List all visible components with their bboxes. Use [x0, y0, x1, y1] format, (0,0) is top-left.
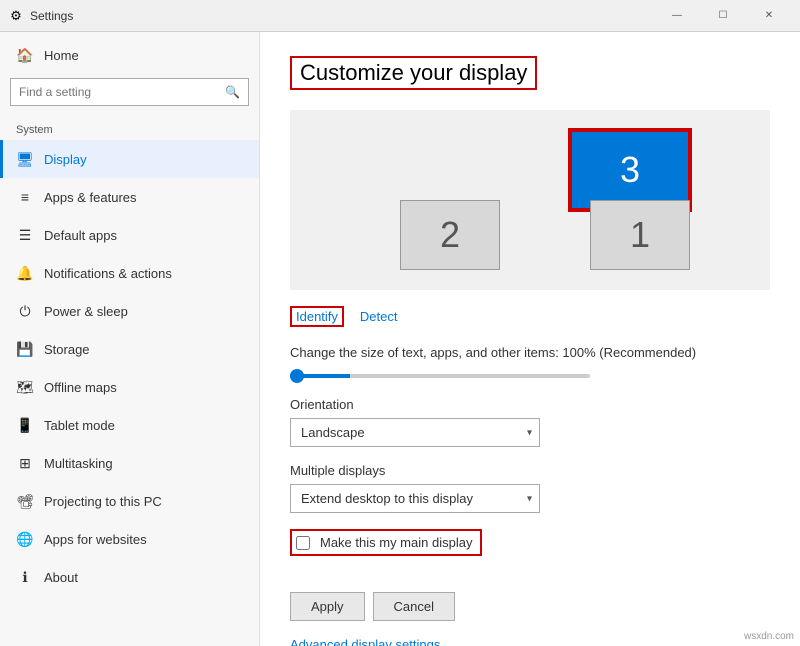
identify-button[interactable]: Identify [290, 306, 344, 327]
watermark: wsxdn.com [744, 631, 794, 642]
multiple-displays-select[interactable]: Extend desktop to this display Duplicate… [290, 484, 540, 513]
home-icon: 🏠 [16, 46, 34, 64]
notifications-icon: 🔔 [16, 264, 34, 282]
projecting-icon: 📽 [16, 492, 34, 510]
sidebar-item-storage[interactable]: 💾 Storage [0, 330, 259, 368]
make-main-label: Make this my main display [320, 535, 472, 550]
multiple-displays-dropdown-wrapper: Extend desktop to this display Duplicate… [290, 484, 540, 513]
sidebar-item-offline-maps[interactable]: 🗺 Offline maps [0, 368, 259, 406]
sidebar-search-box[interactable]: 🔍 [10, 78, 249, 106]
multiple-displays-label: Multiple displays [290, 463, 770, 478]
orientation-dropdown-wrapper: Landscape Portrait Landscape (flipped) P… [290, 418, 540, 447]
sidebar: 🏠 Home 🔍 System 🖥 Display ≡ Apps & featu… [0, 32, 260, 646]
orientation-setting: Orientation Landscape Portrait Landscape… [290, 397, 770, 447]
default-apps-icon: ☰ [16, 226, 34, 244]
maps-icon: 🗺 [16, 378, 34, 396]
titlebar-controls: — ☐ ✕ [654, 0, 792, 32]
tablet-icon: 📱 [16, 416, 34, 434]
sidebar-item-multitasking-label: Multitasking [44, 456, 113, 471]
sidebar-section-label: System [0, 116, 259, 140]
detect-button[interactable]: Detect [360, 309, 398, 324]
scale-slider[interactable] [290, 374, 590, 378]
sidebar-item-apps-features[interactable]: ≡ Apps & features [0, 178, 259, 216]
multiple-displays-setting: Multiple displays Extend desktop to this… [290, 463, 770, 513]
apps-features-icon: ≡ [16, 188, 34, 206]
sidebar-item-display-label: Display [44, 152, 87, 167]
sidebar-item-notifications[interactable]: 🔔 Notifications & actions [0, 254, 259, 292]
orientation-label: Orientation [290, 397, 770, 412]
make-main-row: Make this my main display [290, 529, 770, 574]
monitor-arrangement: 3 2 1 [370, 130, 690, 270]
display-icon: 🖥 [16, 150, 34, 168]
display-preview: 3 2 1 [290, 110, 770, 290]
sidebar-item-default-apps-label: Default apps [44, 228, 117, 243]
scale-setting: Change the size of text, apps, and other… [290, 345, 770, 381]
sidebar-item-storage-label: Storage [44, 342, 90, 357]
make-main-label-wrapper[interactable]: Make this my main display [290, 529, 482, 556]
titlebar-left: ⚙ Settings [8, 8, 73, 24]
multitasking-icon: ⊞ [16, 454, 34, 472]
scale-slider-container [290, 366, 590, 381]
monitor-1[interactable]: 1 [590, 200, 690, 270]
minimize-button[interactable]: — [654, 0, 700, 32]
sidebar-home-item[interactable]: 🏠 Home [0, 32, 259, 78]
apply-button[interactable]: Apply [290, 592, 365, 621]
app-body: 🏠 Home 🔍 System 🖥 Display ≡ Apps & featu… [0, 32, 800, 646]
sidebar-item-about[interactable]: ℹ About [0, 558, 259, 596]
monitor-2[interactable]: 2 [400, 200, 500, 270]
sidebar-item-display[interactable]: 🖥 Display [0, 140, 259, 178]
sidebar-item-notifications-label: Notifications & actions [44, 266, 172, 281]
sidebar-item-apps-websites-label: Apps for websites [44, 532, 147, 547]
sidebar-item-about-label: About [44, 570, 78, 585]
scale-label: Change the size of text, apps, and other… [290, 345, 770, 360]
identify-detect-row: Identify Detect [290, 306, 770, 327]
monitor-3[interactable]: 3 [570, 130, 690, 210]
close-button[interactable]: ✕ [746, 0, 792, 32]
make-main-checkbox[interactable] [296, 536, 310, 550]
sidebar-item-maps-label: Offline maps [44, 380, 117, 395]
sidebar-item-projecting[interactable]: 📽 Projecting to this PC [0, 482, 259, 520]
titlebar: ⚙ Settings — ☐ ✕ [0, 0, 800, 32]
sidebar-item-tablet-label: Tablet mode [44, 418, 115, 433]
sidebar-item-power-label: Power & sleep [44, 304, 128, 319]
orientation-select[interactable]: Landscape Portrait Landscape (flipped) P… [290, 418, 540, 447]
sidebar-item-power-sleep[interactable]: ⏻ Power & sleep [0, 292, 259, 330]
sidebar-item-default-apps[interactable]: ☰ Default apps [0, 216, 259, 254]
storage-icon: 💾 [16, 340, 34, 358]
cancel-button[interactable]: Cancel [373, 592, 455, 621]
search-icon: 🔍 [217, 79, 248, 105]
sidebar-item-projecting-label: Projecting to this PC [44, 494, 162, 509]
main-content: Customize your display 3 2 1 Identify De… [260, 32, 800, 646]
action-buttons: Apply Cancel [290, 592, 770, 621]
sidebar-home-label: Home [44, 48, 79, 63]
sidebar-item-apps-websites[interactable]: 🌐 Apps for websites [0, 520, 259, 558]
maximize-button[interactable]: ☐ [700, 0, 746, 32]
advanced-display-link[interactable]: Advanced display settings [290, 637, 440, 646]
page-title: Customize your display [290, 56, 537, 90]
search-input[interactable] [11, 79, 217, 105]
sidebar-item-tablet-mode[interactable]: 📱 Tablet mode [0, 406, 259, 444]
settings-icon: ⚙ [8, 8, 24, 24]
sidebar-item-multitasking[interactable]: ⊞ Multitasking [0, 444, 259, 482]
about-icon: ℹ [16, 568, 34, 586]
sidebar-item-apps-features-label: Apps & features [44, 190, 137, 205]
web-icon: 🌐 [16, 530, 34, 548]
titlebar-title: Settings [30, 9, 73, 23]
power-icon: ⏻ [16, 302, 34, 320]
